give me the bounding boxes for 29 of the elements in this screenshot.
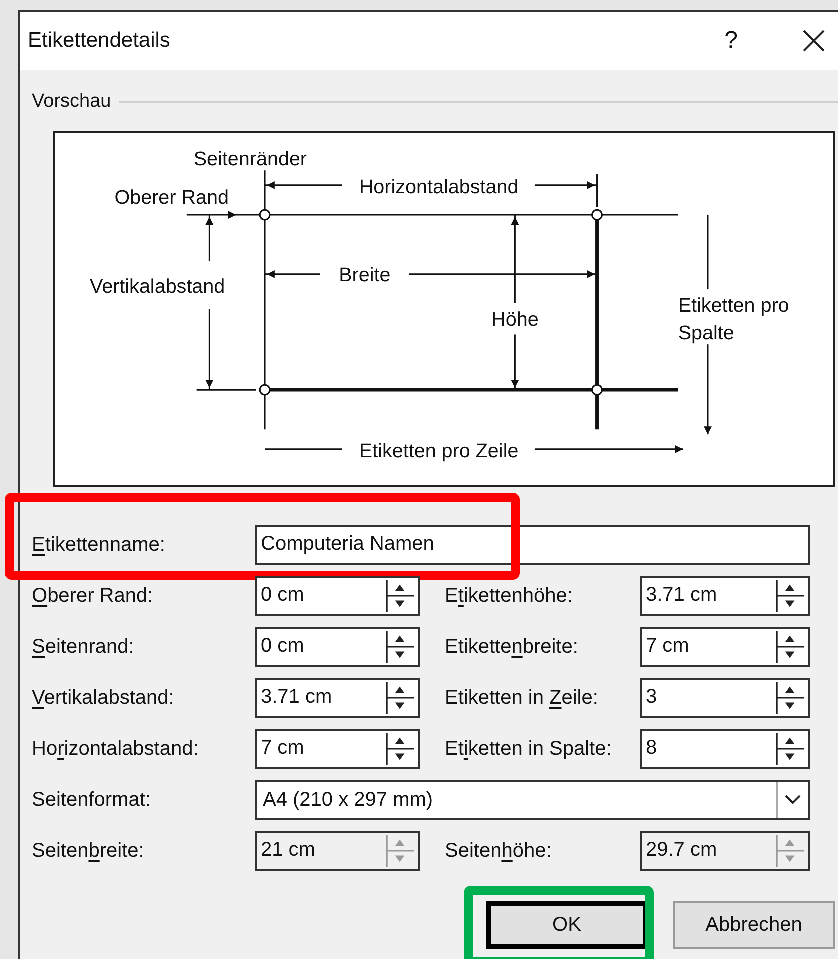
- field-label: Horizontalabstand:: [32, 736, 200, 762]
- dialog-button[interactable]: OK: [486, 900, 648, 948]
- field-label: Seitenrand:: [32, 634, 136, 660]
- field-label: Etiketten in Spalte:: [444, 736, 613, 762]
- field-label: Seitenbreite:: [32, 838, 146, 864]
- field-label: Etiketten in Zeile:: [444, 686, 600, 710]
- field-label: Etikettenbreite:: [444, 634, 580, 660]
- field-label: Etikettenhöhe:: [444, 584, 574, 608]
- field-label: Vertikalabstand:: [32, 686, 176, 710]
- dialog-title: Etikettendetails: [28, 28, 170, 54]
- help-button[interactable]: ?: [724, 23, 738, 59]
- chevron-down-icon: [784, 794, 802, 806]
- diagram-label: Höhe: [492, 308, 539, 330]
- dialog-button[interactable]: Abbrechen: [673, 900, 835, 948]
- field-label: Seitenhöhe:: [444, 838, 553, 864]
- page-format-dropdown[interactable]: A4 (210 x 297 mm): [255, 780, 810, 820]
- field-label: Etikettenname:: [32, 532, 166, 558]
- diagram-label: Horizontalabstand: [359, 176, 519, 198]
- diagram-label: Etiketten pro Zeile: [359, 440, 519, 462]
- field-label: Seitenformat:: [32, 788, 152, 812]
- diagram-label: Breite: [339, 264, 391, 286]
- diagram-label: Etiketten pro Spalte: [678, 294, 790, 344]
- diagram-label: Seitenränder: [194, 148, 308, 170]
- field-label: Oberer Rand:: [32, 584, 154, 608]
- group-title: Vorschau: [32, 90, 112, 114]
- input-field[interactable]: Computeria Namen: [255, 524, 810, 564]
- diagram-label: Oberer Rand: [114, 186, 229, 209]
- close-icon[interactable]: [802, 29, 826, 53]
- diagram-label: Vertikalabstand: [90, 276, 226, 298]
